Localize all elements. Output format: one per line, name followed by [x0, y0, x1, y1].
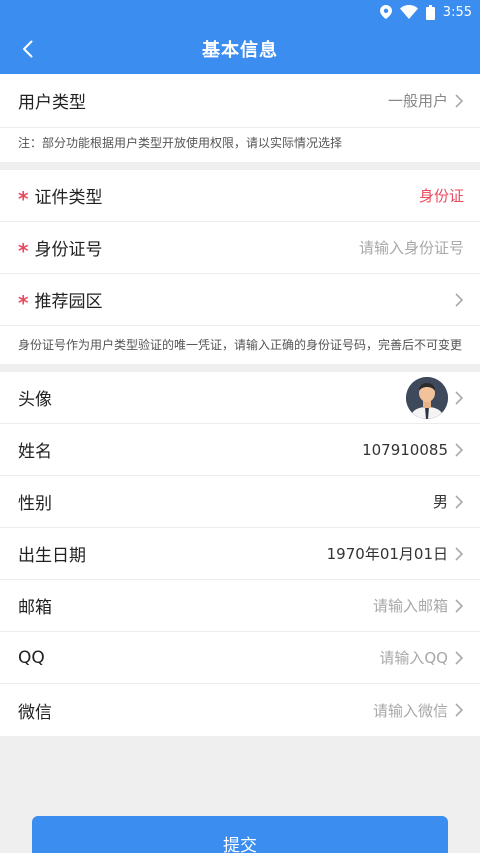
birthday-row[interactable]: 出生日期 1970年01月01日 [0, 528, 480, 580]
park-label: 推荐园区 [34, 292, 103, 312]
avatar-label: 头像 [18, 390, 52, 410]
qq-row[interactable]: QQ 请输入QQ [0, 632, 480, 684]
id-number-input[interactable]: 请输入身份证号 [359, 237, 464, 258]
chevron-right-icon [455, 494, 464, 509]
chevron-right-icon [455, 390, 464, 405]
id-number-label: 身份证号 [34, 240, 103, 260]
status-bar: 3:55 [0, 0, 480, 24]
email-input[interactable]: 请输入邮箱 [373, 595, 448, 616]
name-value: 107910085 [362, 440, 448, 459]
wifi-icon [399, 5, 418, 19]
divider [0, 162, 480, 170]
required-mark: * [18, 290, 29, 315]
cert-type-row[interactable]: * 证件类型 身份证 [0, 170, 480, 222]
user-type-value: 一般用户 [387, 92, 448, 110]
navbar: 基本信息 [0, 24, 480, 74]
chevron-right-icon [455, 598, 464, 613]
wechat-row[interactable]: 微信 请输入微信 [0, 684, 480, 736]
id-note: 身份证号作为用户类型验证的唯一凭证，请输入正确的身份证号码，完善后不可变更 [0, 326, 480, 364]
cert-type-label: 证件类型 [34, 188, 103, 208]
profile-section: 头像 姓名 107910085 性别 男 出生日期 1970年01月01日 邮箱… [0, 372, 480, 736]
gender-label: 性别 [18, 494, 52, 514]
wechat-input[interactable]: 请输入微信 [373, 700, 448, 721]
id-section: * 证件类型 身份证 * 身份证号 请输入身份证号 * 推荐园区 身份证号作为用户类型… [0, 170, 480, 364]
divider [0, 364, 480, 372]
name-label: 姓名 [18, 442, 52, 462]
birthday-label: 出生日期 [18, 546, 86, 566]
avatar-row[interactable]: 头像 [0, 372, 480, 424]
gender-value: 男 [432, 493, 448, 511]
chevron-right-icon [455, 546, 464, 561]
chevron-right-icon [455, 650, 464, 665]
user-type-row[interactable]: 用户类型 一般用户 [0, 74, 480, 128]
chevron-right-icon [455, 703, 464, 717]
required-mark: * [18, 186, 29, 211]
required-mark: * [18, 238, 29, 263]
wechat-label: 微信 [18, 702, 52, 723]
user-type-note: 注：部分功能根据用户类型开放使用权限，请以实际情况选择 [0, 128, 480, 162]
park-row[interactable]: * 推荐园区 [0, 274, 480, 326]
submit-button[interactable]: 提交 [32, 816, 448, 853]
chevron-right-icon [455, 292, 464, 307]
name-row[interactable]: 姓名 107910085 [0, 424, 480, 476]
battery-icon [425, 4, 435, 20]
location-icon [379, 5, 392, 19]
user-avatar-icon [406, 376, 448, 419]
user-type-section: 用户类型 一般用户 注：部分功能根据用户类型开放使用权限，请以实际情况选择 [0, 74, 480, 162]
back-button[interactable] [12, 24, 42, 74]
id-number-row[interactable]: * 身份证号 请输入身份证号 [0, 222, 480, 274]
page-title: 基本信息 [202, 40, 278, 61]
qq-label: QQ [18, 647, 45, 668]
gender-row[interactable]: 性别 男 [0, 476, 480, 528]
chevron-right-icon [455, 93, 464, 108]
status-time: 3:55 [442, 4, 472, 20]
qq-input[interactable]: 请输入QQ [379, 647, 448, 668]
birthday-value: 1970年01月01日 [326, 545, 448, 563]
email-row[interactable]: 邮箱 请输入邮箱 [0, 580, 480, 632]
chevron-right-icon [455, 442, 464, 457]
avatar[interactable] [406, 376, 448, 419]
cert-type-value: 身份证 [418, 187, 464, 205]
chevron-left-icon [22, 40, 32, 58]
email-label: 邮箱 [18, 598, 52, 618]
user-type-label: 用户类型 [18, 93, 86, 113]
